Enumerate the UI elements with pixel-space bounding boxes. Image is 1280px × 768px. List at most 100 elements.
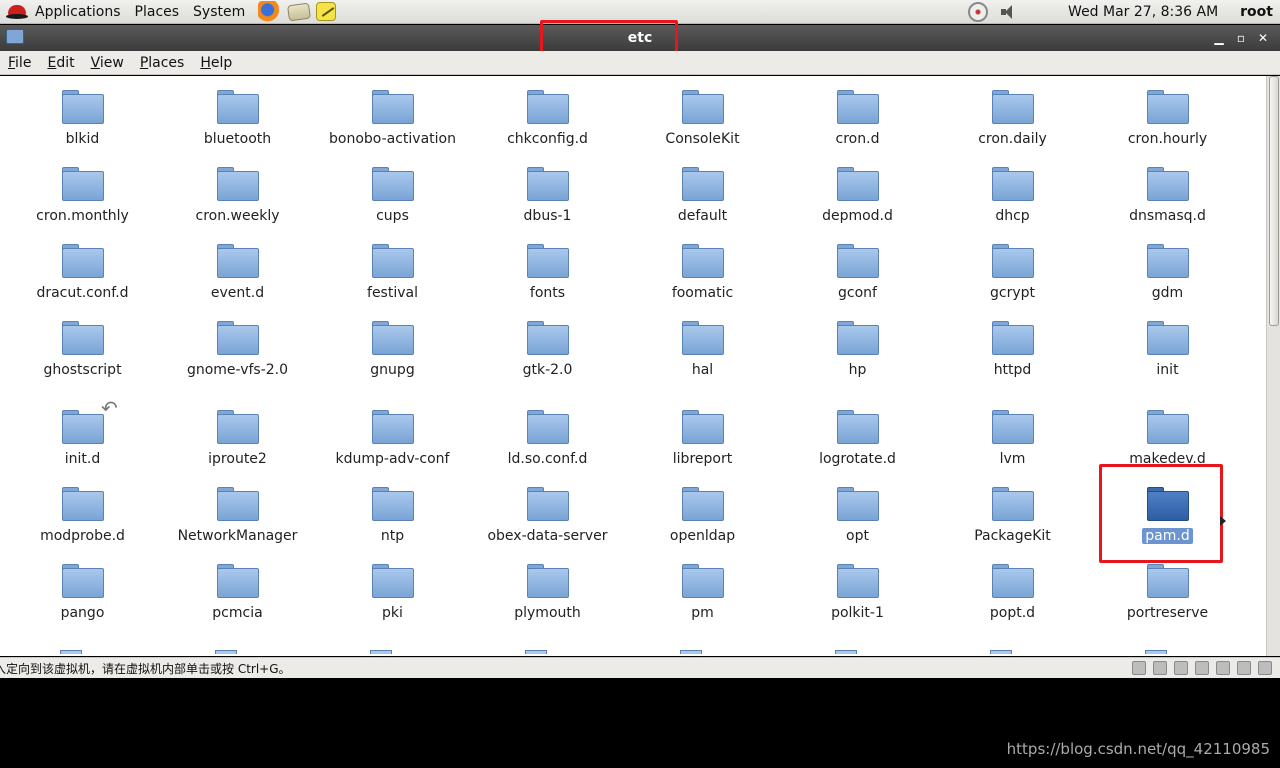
folder-item[interactable]: default (625, 165, 780, 242)
folder-item[interactable]: dnsmasq.d (1090, 165, 1245, 242)
folder-item[interactable]: hal (625, 319, 780, 396)
folder-icon[interactable] (216, 410, 259, 444)
folder-item[interactable]: gcrypt (935, 242, 1090, 319)
folder-icon[interactable] (61, 321, 104, 355)
folder-icon[interactable] (216, 564, 259, 598)
folder-item[interactable]: gnupg (315, 319, 470, 396)
folder-icon[interactable] (371, 410, 414, 444)
folder-item[interactable]: init (1090, 319, 1245, 396)
folder-item[interactable]: dracut.conf.d (5, 242, 160, 319)
folder-icon[interactable] (681, 564, 724, 598)
folder-icon[interactable] (1146, 167, 1189, 201)
network-status-icon[interactable] (968, 2, 989, 22)
folder-item[interactable]: libreport (625, 408, 780, 473)
display-icon[interactable] (1258, 661, 1272, 675)
folder-item[interactable]: gtk-2.0 (470, 319, 625, 396)
folder-item[interactable]: gdm (1090, 242, 1245, 319)
folder-icon[interactable] (61, 410, 104, 444)
folder-item[interactable]: portreserve (1090, 562, 1245, 627)
system-menu[interactable]: System (186, 4, 252, 20)
folder-item[interactable]: pcmcia (160, 562, 315, 627)
folder-icon[interactable] (526, 244, 569, 278)
menu-help[interactable]: Help (192, 55, 240, 71)
folder-item[interactable]: festival (315, 242, 470, 319)
folder-item[interactable]: cups (315, 165, 470, 242)
folder-icon[interactable] (61, 244, 104, 278)
folder-icon[interactable] (371, 167, 414, 201)
notes-launcher-icon[interactable] (316, 2, 337, 21)
folder-icon[interactable] (216, 167, 259, 201)
folder-icon[interactable] (836, 244, 879, 278)
volume-icon[interactable] (1000, 4, 1018, 20)
folder-item[interactable]: ld.so.conf.d (470, 408, 625, 473)
folder-icon[interactable] (681, 487, 724, 521)
folder-icon[interactable] (836, 321, 879, 355)
folder-item[interactable]: foomatic (625, 242, 780, 319)
places-menu[interactable]: Places (128, 4, 187, 20)
folder-icon[interactable] (681, 321, 724, 355)
folder-icon[interactable] (991, 167, 1034, 201)
folder-item[interactable]: cron.monthly (5, 165, 160, 242)
scrollbar-thumb[interactable] (1269, 76, 1279, 326)
folder-item[interactable]: cron.daily (935, 88, 1090, 165)
folder-icon[interactable] (216, 90, 259, 124)
hdd-icon[interactable] (1132, 661, 1146, 675)
clock[interactable]: Wed Mar 27, 8:36 AM (1068, 4, 1218, 20)
folder-item[interactable]: gnome-vfs-2.0 (160, 319, 315, 396)
folder-icon[interactable] (991, 321, 1034, 355)
menu-edit[interactable]: Edit (39, 55, 82, 71)
folder-icon[interactable] (371, 487, 414, 521)
folder-icon[interactable] (371, 321, 414, 355)
folder-item[interactable]: pango (5, 562, 160, 627)
folder-item[interactable]: bonobo-activation (315, 88, 470, 165)
folder-item[interactable]: polkit-1 (780, 562, 935, 627)
folder-icon[interactable] (371, 564, 414, 598)
folder-icon[interactable] (836, 90, 879, 124)
folder-icon[interactable] (1146, 564, 1189, 598)
icon-view[interactable]: blkid bluetooth bonobo-activation chkconfig… (0, 76, 1266, 656)
folder-icon[interactable] (681, 244, 724, 278)
menu-view[interactable]: View (83, 55, 132, 71)
vertical-scrollbar[interactable] (1266, 76, 1280, 656)
sound-icon[interactable] (1216, 661, 1230, 675)
folder-icon[interactable] (526, 90, 569, 124)
folder-item[interactable]: pm (625, 562, 780, 627)
folder-icon[interactable] (836, 410, 879, 444)
close-button[interactable]: ✕ (1252, 27, 1274, 49)
folder-item[interactable]: opt (780, 485, 935, 550)
cdrom-icon[interactable] (1153, 661, 1167, 675)
folder-icon[interactable] (371, 244, 414, 278)
folder-item[interactable]: pki (315, 562, 470, 627)
user-menu[interactable]: root (1240, 4, 1273, 20)
usb-icon[interactable] (1237, 661, 1251, 675)
folder-icon[interactable] (216, 487, 259, 521)
folder-icon[interactable] (991, 90, 1034, 124)
folder-icon[interactable] (1146, 321, 1189, 355)
folder-icon[interactable] (526, 321, 569, 355)
folder-icon[interactable] (1146, 244, 1189, 278)
folder-item[interactable]: ConsoleKit (625, 88, 780, 165)
folder-window-icon[interactable] (6, 29, 24, 44)
folder-item[interactable]: cron.weekly (160, 165, 315, 242)
folder-item[interactable]: ghostscript (5, 319, 160, 396)
folder-item[interactable]: logrotate.d (780, 408, 935, 473)
folder-icon[interactable] (61, 167, 104, 201)
maximize-button[interactable]: ▫ (1230, 27, 1252, 49)
folder-item[interactable]: PackageKit (935, 485, 1090, 550)
redhat-logo-icon[interactable] (6, 2, 28, 22)
folder-item[interactable]: plymouth (470, 562, 625, 627)
folder-icon[interactable] (991, 244, 1034, 278)
folder-item[interactable]: httpd (935, 319, 1090, 396)
folder-item[interactable]: ↶ init.d (5, 396, 160, 473)
network-adapter-icon[interactable] (1174, 661, 1188, 675)
folder-icon[interactable] (836, 167, 879, 201)
minimize-button[interactable]: ▁ (1208, 27, 1230, 49)
folder-item[interactable]: ntp (315, 485, 470, 550)
folder-icon[interactable] (216, 321, 259, 355)
folder-item[interactable]: obex-data-server (470, 485, 625, 550)
folder-icon[interactable] (681, 90, 724, 124)
folder-icon[interactable] (526, 564, 569, 598)
folder-item[interactable]: openldap (625, 485, 780, 550)
folder-icon[interactable] (61, 90, 104, 124)
folder-item[interactable]: gconf (780, 242, 935, 319)
